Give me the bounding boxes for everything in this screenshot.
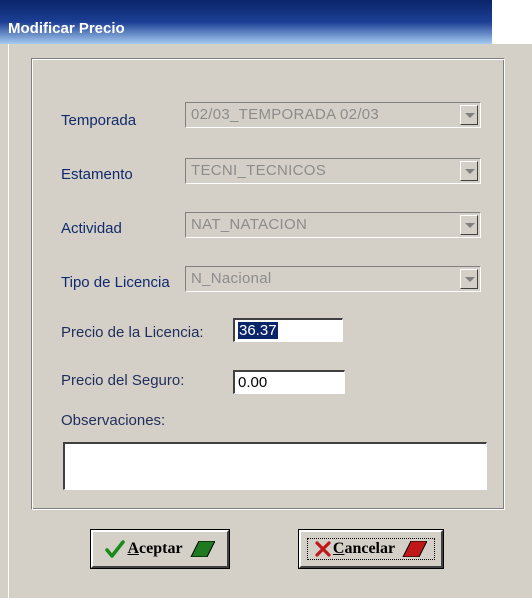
checkmark-icon — [105, 540, 126, 558]
estamento-dropdown-button[interactable] — [460, 161, 478, 181]
precio-seguro-value: 0.00 — [238, 374, 268, 391]
temporada-select[interactable]: 02/03_TEMPORADA 02/03 — [185, 102, 481, 128]
chevron-down-icon — [465, 169, 475, 174]
cancelar-label-rest: ancelar — [344, 540, 396, 557]
precio-seguro-label: Precio del Seguro: — [61, 372, 185, 389]
chevron-down-icon — [465, 113, 475, 118]
aceptar-mnemonic: A — [127, 540, 140, 557]
observaciones-label: Observaciones: — [61, 412, 166, 429]
estamento-value: TECNI_TECNICOS — [191, 162, 327, 179]
dialog-window: Modificar Precio Temporada 02/03_TEMPORA… — [0, 0, 532, 598]
aceptar-label: Aceptar — [127, 540, 182, 558]
cancelar-button[interactable]: Cancelar — [298, 529, 444, 569]
tipo-licencia-select[interactable]: N_Nacional — [185, 266, 481, 292]
estamento-select[interactable]: TECNI_TECNICOS — [185, 158, 481, 184]
title-bar[interactable]: Modificar Precio — [0, 0, 532, 44]
precio-licencia-value: 36.37 — [238, 322, 278, 339]
aceptar-button-content: Aceptar — [99, 538, 221, 560]
cross-icon — [315, 541, 331, 557]
precio-licencia-input[interactable]: 36.37 — [233, 318, 343, 342]
aceptar-label-rest: ceptar — [139, 540, 183, 557]
actividad-label: Actividad — [61, 220, 122, 237]
tipo-licencia-label: Tipo de Licencia — [61, 274, 170, 291]
cancelar-label: Cancelar — [333, 540, 395, 558]
actividad-dropdown-button[interactable] — [460, 215, 478, 235]
precio-seguro-input[interactable]: 0.00 — [233, 370, 345, 394]
observaciones-textarea[interactable] — [63, 442, 487, 490]
tipo-licencia-dropdown-button[interactable] — [460, 269, 478, 289]
actividad-select[interactable]: NAT_NATACION — [185, 212, 481, 238]
cancelar-button-content: Cancelar — [307, 538, 435, 560]
dialog-client-area: Temporada 02/03_TEMPORADA 02/03 Estament… — [8, 44, 525, 598]
temporada-dropdown-button[interactable] — [460, 105, 478, 125]
window-title: Modificar Precio — [8, 20, 125, 37]
precio-licencia-label: Precio de la Licencia: — [61, 324, 204, 341]
green-slash-icon — [189, 541, 215, 557]
actividad-value: NAT_NATACION — [191, 216, 308, 233]
chevron-down-icon — [465, 277, 475, 282]
chevron-down-icon — [465, 223, 475, 228]
cancelar-mnemonic: C — [332, 540, 345, 557]
tipo-licencia-value: N_Nacional — [191, 270, 272, 287]
temporada-value: 02/03_TEMPORADA 02/03 — [191, 106, 380, 123]
title-bar-right-area — [492, 0, 532, 44]
aceptar-button[interactable]: Aceptar — [90, 529, 230, 569]
temporada-label: Temporada — [61, 112, 137, 129]
red-slash-icon — [402, 541, 428, 557]
estamento-label: Estamento — [61, 166, 133, 183]
